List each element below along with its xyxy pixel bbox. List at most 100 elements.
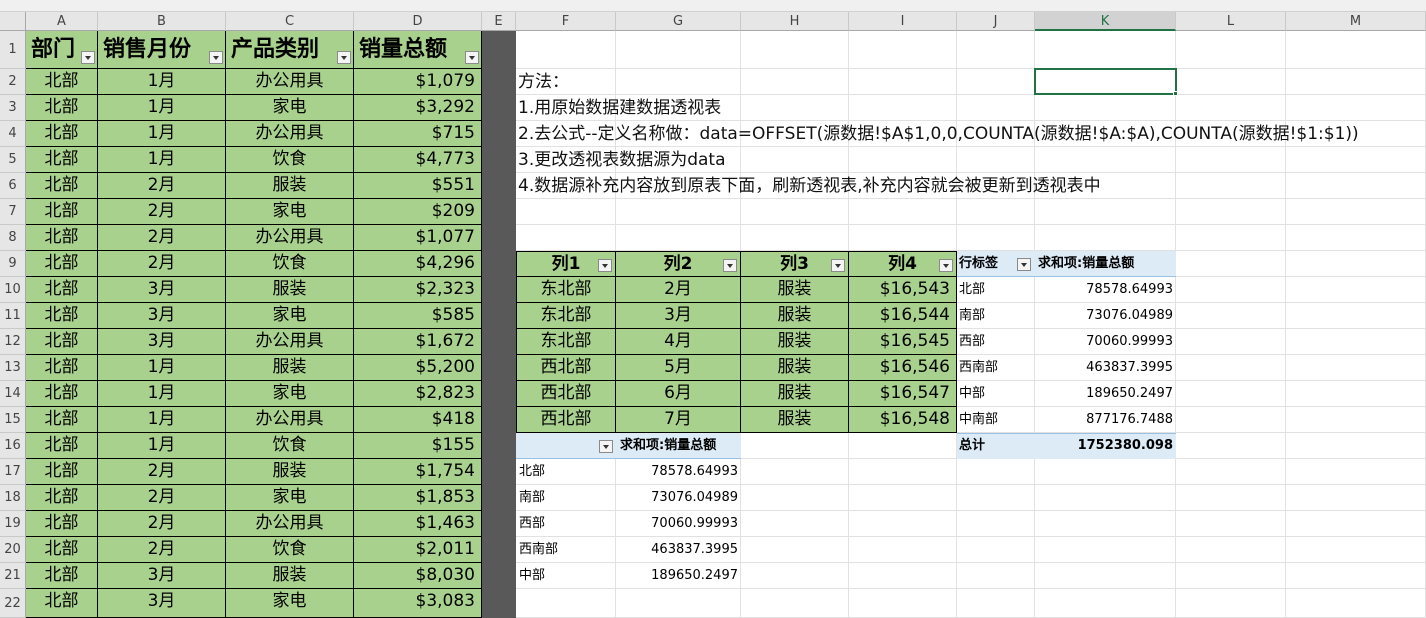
row-header-10[interactable]: 10 xyxy=(0,277,26,303)
grid-cell[interactable] xyxy=(957,589,1035,618)
supplement-cell[interactable]: $16,547 xyxy=(849,381,957,407)
main-table-cell[interactable]: $2,323 xyxy=(354,277,482,303)
grid-cell[interactable] xyxy=(1176,199,1286,225)
supplement-cell[interactable]: 服装 xyxy=(741,277,849,303)
column-header-l[interactable]: L xyxy=(1176,12,1286,31)
main-table-cell[interactable]: $585 xyxy=(354,303,482,329)
supplement-cell[interactable]: 服装 xyxy=(741,329,849,355)
main-table-cell[interactable]: 北部 xyxy=(26,537,98,563)
grid-cell[interactable] xyxy=(957,95,1035,121)
supplement-cell[interactable]: 服装 xyxy=(741,303,849,329)
grid-cell[interactable] xyxy=(849,589,957,618)
pivot-right-row-value[interactable]: 78578.64993 xyxy=(1035,277,1173,303)
main-table-cell[interactable]: $1,077 xyxy=(354,225,482,251)
main-table-cell[interactable]: 1月 xyxy=(98,121,226,147)
main-table-cell[interactable]: 2月 xyxy=(98,511,226,537)
grid-cell[interactable] xyxy=(849,459,957,485)
selected-cell-k2[interactable] xyxy=(1034,68,1177,95)
grid-cell[interactable] xyxy=(616,69,741,95)
pivot-bottom-row-value[interactable]: 70060.99993 xyxy=(616,511,738,537)
grid-cell[interactable] xyxy=(849,225,957,251)
grid-cell[interactable] xyxy=(1176,537,1286,563)
grid-cell[interactable] xyxy=(1286,563,1426,589)
main-table-cell[interactable]: 北部 xyxy=(26,381,98,407)
row-header-19[interactable]: 19 xyxy=(0,511,26,537)
grid-cell[interactable] xyxy=(1176,251,1286,277)
column-header-j[interactable]: J xyxy=(957,12,1035,31)
main-table-cell[interactable]: $3,292 xyxy=(354,95,482,121)
supplement-cell[interactable]: 东北部 xyxy=(516,329,616,355)
filter-dropdown-icon[interactable] xyxy=(81,51,95,64)
grid-cell[interactable] xyxy=(1286,433,1426,459)
main-table-cell[interactable]: 办公用具 xyxy=(226,329,354,355)
grid-cell[interactable] xyxy=(1035,563,1176,589)
main-table-cell[interactable]: 北部 xyxy=(26,433,98,459)
main-table-cell[interactable]: 1月 xyxy=(98,69,226,95)
supplement-cell[interactable]: $16,546 xyxy=(849,355,957,381)
grid-cell[interactable] xyxy=(849,563,957,589)
main-table-cell[interactable]: $3,083 xyxy=(354,589,482,618)
row-header-9[interactable]: 9 xyxy=(0,251,26,277)
row-header-15[interactable]: 15 xyxy=(0,407,26,433)
supplement-cell[interactable]: $16,544 xyxy=(849,303,957,329)
main-table-cell[interactable]: $209 xyxy=(354,199,482,225)
grid-cell[interactable] xyxy=(516,31,616,69)
grid-cell[interactable] xyxy=(1176,381,1286,407)
pivot-right-row-value[interactable]: 189650.2497 xyxy=(1035,381,1173,407)
grid-cell[interactable] xyxy=(741,433,849,459)
grid-cell[interactable] xyxy=(616,199,741,225)
pivot-right-row-value[interactable]: 70060.99993 xyxy=(1035,329,1173,355)
supplement-cell[interactable]: 服装 xyxy=(741,407,849,433)
pivot-bottom-row-name[interactable]: 西南部 xyxy=(519,537,558,563)
filter-dropdown-icon[interactable] xyxy=(337,51,351,64)
column-header-a[interactable]: A xyxy=(26,12,98,31)
grid-cell[interactable] xyxy=(741,225,849,251)
main-table-cell[interactable]: 北部 xyxy=(26,329,98,355)
main-table-cell[interactable]: $1,672 xyxy=(354,329,482,355)
supplement-cell[interactable]: 服装 xyxy=(741,381,849,407)
grid-cell[interactable] xyxy=(1176,303,1286,329)
main-table-cell[interactable]: 2月 xyxy=(98,537,226,563)
grid-cell[interactable] xyxy=(957,511,1035,537)
main-table-cell[interactable]: 北部 xyxy=(26,511,98,537)
grid-cell[interactable] xyxy=(1176,563,1286,589)
main-table-cell[interactable]: 饮食 xyxy=(226,433,354,459)
grid-cell[interactable] xyxy=(741,199,849,225)
grid-cell[interactable] xyxy=(1286,589,1426,618)
main-table-cell[interactable]: 3月 xyxy=(98,563,226,589)
grid-cell[interactable] xyxy=(1286,199,1426,225)
supplement-cell[interactable]: 东北部 xyxy=(516,277,616,303)
main-table-cell[interactable]: $715 xyxy=(354,121,482,147)
main-table-cell[interactable]: 2月 xyxy=(98,225,226,251)
row-header-7[interactable]: 7 xyxy=(0,199,26,225)
column-header-b[interactable]: B xyxy=(98,12,226,31)
grid-cell[interactable] xyxy=(1286,511,1426,537)
grid-cell[interactable] xyxy=(957,69,1035,95)
pivot-bottom-row-value[interactable]: 73076.04989 xyxy=(616,485,738,511)
grid-cell[interactable] xyxy=(957,563,1035,589)
column-header-d[interactable]: D xyxy=(354,12,482,31)
main-table-cell[interactable]: 3月 xyxy=(98,277,226,303)
fill-handle[interactable] xyxy=(1173,91,1178,96)
main-table-cell[interactable]: 家电 xyxy=(226,199,354,225)
main-table-cell[interactable]: 服装 xyxy=(226,355,354,381)
pivot-right-row-value[interactable]: 463837.3995 xyxy=(1035,355,1173,381)
filter-dropdown-icon[interactable] xyxy=(723,259,737,272)
grid-cell[interactable] xyxy=(849,199,957,225)
grid-cell[interactable] xyxy=(1035,147,1176,173)
column-header-i[interactable]: I xyxy=(849,12,957,31)
main-table-cell[interactable]: 北部 xyxy=(26,95,98,121)
pivot-bottom-row-name[interactable]: 中部 xyxy=(519,563,545,589)
grid-cell[interactable] xyxy=(1035,31,1176,69)
pivot-right-row-name[interactable]: 西部 xyxy=(959,329,985,355)
grid-cell[interactable] xyxy=(516,589,616,618)
column-header-g[interactable]: G xyxy=(616,12,741,31)
main-table-cell[interactable]: 饮食 xyxy=(226,251,354,277)
spreadsheet-grid[interactable]: A B C D E F G H I J K L M 1 2 3 4 5 6 7 8 9 10 11 12 13 14 15 16 17 18… xyxy=(0,0,1426,618)
grid-cell[interactable] xyxy=(957,147,1035,173)
main-table-cell[interactable]: 服装 xyxy=(226,173,354,199)
main-table-cell[interactable]: 3月 xyxy=(98,303,226,329)
main-table-cell[interactable]: 北部 xyxy=(26,69,98,95)
grid-cell[interactable] xyxy=(1286,95,1426,121)
grid-cell[interactable] xyxy=(1286,537,1426,563)
